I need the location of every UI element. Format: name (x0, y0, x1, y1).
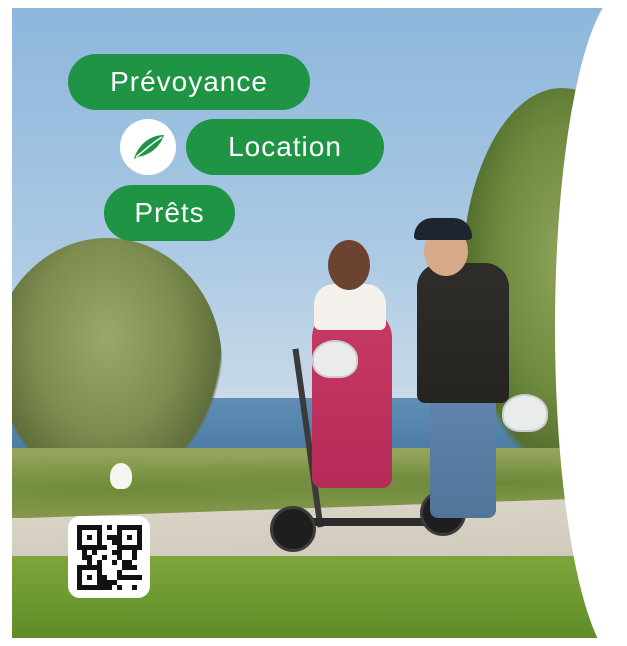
woman-dress (312, 308, 392, 488)
qr-code-icon (76, 524, 142, 590)
helmet-man (502, 394, 548, 432)
woman-top (314, 284, 386, 330)
leaf-icon (134, 135, 164, 159)
qr-code-card[interactable] (68, 516, 150, 598)
tag-prets: Prêts (104, 185, 235, 241)
man-jacket (417, 263, 509, 403)
tag-prevoyance: Prévoyance (68, 54, 310, 110)
green-leaf-logo-icon (120, 119, 176, 175)
tag-location-label: Location (228, 131, 342, 162)
tag-location: Location (186, 119, 384, 175)
tag-prevoyance-label: Prévoyance (110, 66, 268, 97)
swan (110, 463, 132, 489)
man-jeans (430, 398, 496, 518)
man-cap (414, 218, 472, 240)
promo-image: Prévoyance Location Prêts (12, 8, 615, 638)
scooter-front-wheel (270, 506, 316, 552)
tag-prets-label: Prêts (134, 197, 205, 228)
woman-head (328, 240, 370, 290)
helmet-woman (312, 340, 358, 378)
